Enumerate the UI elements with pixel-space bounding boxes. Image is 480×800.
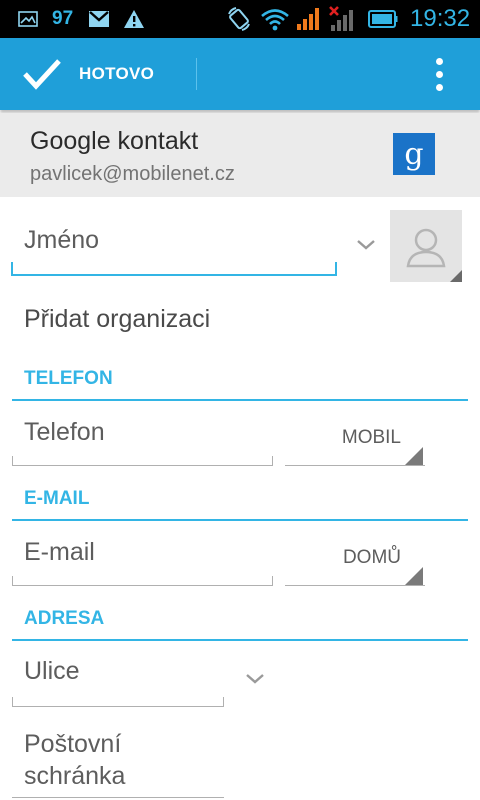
- image-icon: [18, 0, 38, 38]
- name-field[interactable]: [11, 200, 337, 276]
- email-type-label: DOMŮ: [342, 547, 401, 568]
- account-email: pavlicek@mobilenet.cz: [30, 163, 235, 185]
- gmail-icon: [88, 0, 110, 38]
- google-logo-letter: g: [404, 137, 423, 172]
- no-signal-icon: [328, 0, 356, 38]
- add-organization-button[interactable]: Přidat organizaci: [24, 305, 210, 334]
- action-bar: HOTOVO: [0, 38, 480, 110]
- overflow-menu-button[interactable]: [420, 38, 460, 110]
- battery-icon: [368, 0, 398, 38]
- street-field[interactable]: [12, 645, 225, 708]
- account-title: Google kontakt: [30, 127, 199, 155]
- phone-field[interactable]: [12, 405, 274, 467]
- email-section-header: E-MAIL: [24, 488, 90, 509]
- contact-photo-button[interactable]: [390, 210, 462, 282]
- phone-type-label: MOBIL: [341, 427, 401, 448]
- action-bar-divider: [196, 58, 197, 90]
- google-logo-icon: g: [393, 133, 435, 175]
- clock: 19:32: [410, 5, 471, 32]
- warning-icon: [123, 0, 145, 38]
- po-box-underline: [12, 797, 224, 798]
- address-section-header: ADRESA: [24, 608, 105, 629]
- email-section-rule: [12, 519, 468, 521]
- phone-section-rule: [12, 399, 468, 401]
- email-type-underline: [285, 585, 425, 586]
- po-box-placeholder-line1: Poštovní: [24, 730, 122, 758]
- po-box-field[interactable]: Poštovní schránka: [12, 720, 225, 800]
- email-field[interactable]: [12, 525, 274, 587]
- phone-type-spinner[interactable]: MOBIL: [285, 405, 425, 467]
- checkmark-icon: [23, 59, 61, 90]
- address-section-rule: [12, 639, 468, 641]
- rotation-icon: [226, 0, 252, 38]
- done-button[interactable]: HOTOVO: [0, 38, 196, 110]
- email-type-spinner[interactable]: DOMŮ: [285, 525, 425, 587]
- overflow-dot-icon: [436, 71, 443, 78]
- status-bar: 97 19:32: [0, 0, 480, 38]
- overflow-dot-icon: [436, 58, 443, 65]
- signal-icon: [296, 0, 322, 38]
- battery-level-text: 97: [52, 8, 74, 29]
- po-box-placeholder-line2: schránka: [24, 762, 126, 790]
- spinner-corner-icon: [405, 447, 423, 465]
- wifi-icon: [260, 0, 290, 38]
- person-placeholder-icon: [406, 228, 462, 282]
- done-label: HOTOVO: [79, 64, 155, 83]
- spinner-corner-icon: [405, 567, 423, 585]
- phone-section-header: TELEFON: [24, 368, 113, 389]
- expand-address-chevron-down-icon[interactable]: [245, 673, 265, 685]
- expand-name-chevron-down-icon[interactable]: [356, 239, 376, 251]
- phone-type-underline: [285, 465, 425, 466]
- overflow-dot-icon: [436, 84, 443, 91]
